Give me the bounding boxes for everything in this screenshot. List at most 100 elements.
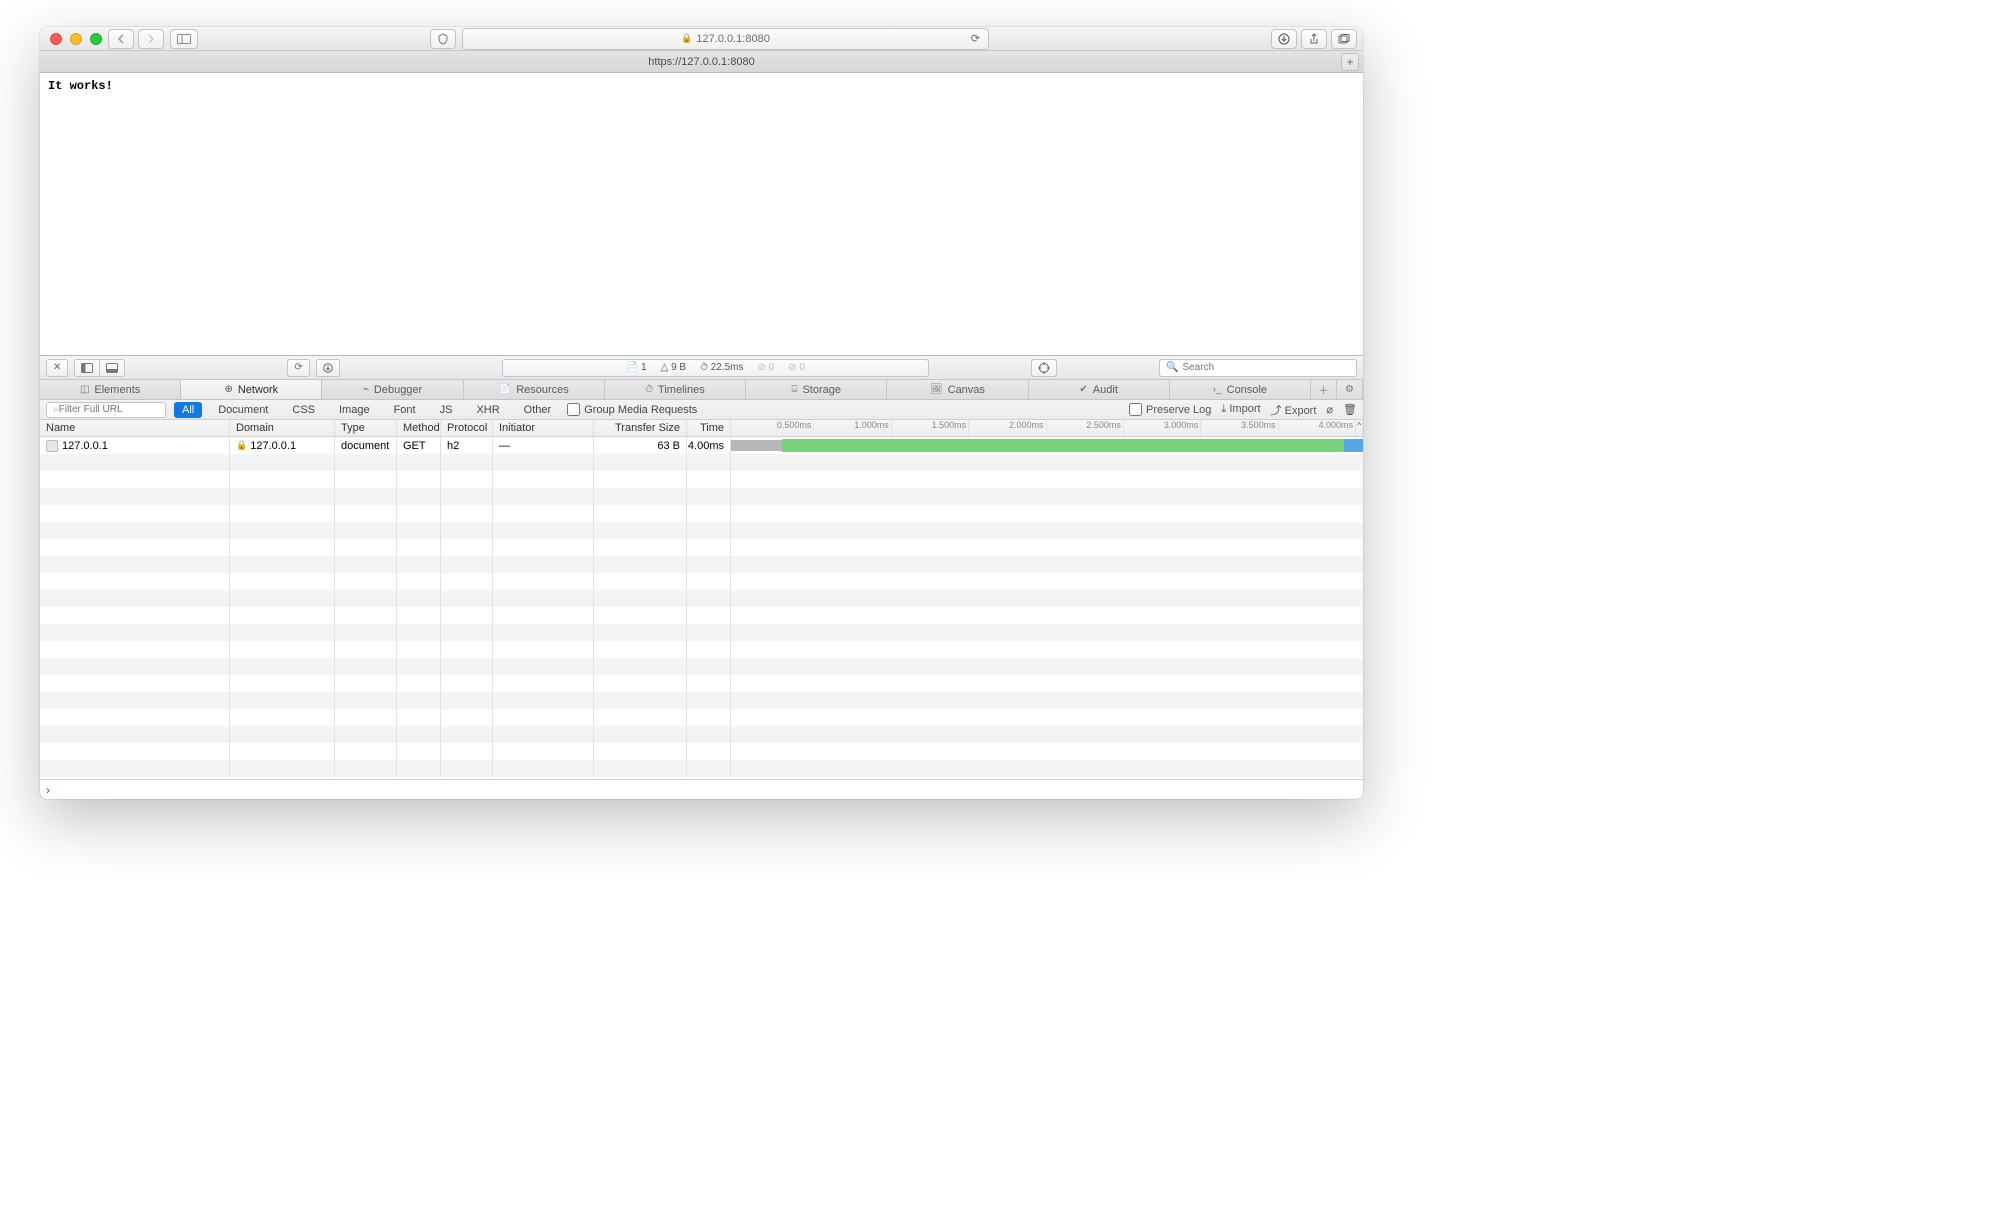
clear-overrides-icon[interactable]: ⌀ — [1326, 403, 1333, 416]
col-method[interactable]: Method — [397, 420, 441, 436]
console-drawer[interactable]: › — [40, 779, 1363, 799]
col-time[interactable]: Time — [687, 420, 731, 436]
forward-button[interactable] — [138, 29, 164, 49]
filter-css[interactable]: CSS — [284, 402, 323, 418]
col-name[interactable]: Name — [40, 420, 230, 436]
col-waterfall[interactable]: 0.500ms1.000ms1.500ms2.000ms2.500ms3.000… — [731, 420, 1363, 436]
import-har-button[interactable]: ⤓ Import — [1221, 403, 1260, 416]
table-row — [40, 692, 1363, 709]
tab-timelines[interactable]: ⏱Timelines — [605, 380, 746, 399]
server-errors-icon: ⊘ — [788, 362, 796, 373]
inspector-search-input[interactable] — [1182, 362, 1350, 373]
filter-other[interactable]: Other — [516, 402, 560, 418]
console-icon: ›_ — [1213, 384, 1222, 395]
waterfall-tick: 3.000ms — [1124, 420, 1201, 436]
tab-label: Canvas — [948, 384, 985, 396]
preserve-log-checkbox[interactable]: Preserve Log — [1129, 403, 1211, 416]
privacy-report-button[interactable] — [430, 29, 456, 49]
cell-domain: 127.0.0.1 — [250, 440, 296, 452]
table-row — [40, 709, 1363, 726]
debugger-icon: ⌁ — [363, 384, 369, 395]
tab-audit[interactable]: ✔︎Audit — [1029, 380, 1170, 399]
tab-debugger[interactable]: ⌁ Debugger — [322, 380, 463, 399]
network-table: Name Domain Type Method Protocol Initiat… — [40, 420, 1363, 779]
waterfall-tick: 3.500ms — [1201, 420, 1278, 436]
preserve-log-input[interactable] — [1129, 403, 1142, 416]
network-grid[interactable]: Name Domain Type Method Protocol Initiat… — [40, 420, 1363, 779]
tab-label: Network — [238, 384, 278, 396]
tab-settings[interactable]: ⚙ — [1337, 380, 1363, 399]
col-domain[interactable]: Domain — [230, 420, 335, 436]
tab-label: Console — [1227, 384, 1267, 396]
tab-label: Debugger — [374, 384, 422, 396]
tab-canvas[interactable]: 🖼Canvas — [887, 380, 1028, 399]
filter-document[interactable]: Document — [210, 402, 276, 418]
export-icon: ⤴ — [1271, 405, 1282, 417]
inspector-status-bar: 📄 1 △ 9 B ⏱ 22.5ms ⊘ 0 ⊘ 0 — [502, 359, 929, 377]
page-viewport: It works! — [40, 73, 1363, 355]
download-snapshot-button[interactable] — [316, 359, 340, 377]
tab-resources[interactable]: 📄Resources — [464, 380, 605, 399]
col-type[interactable]: Type — [335, 420, 397, 436]
tab-elements[interactable]: ◫ Elements — [40, 380, 181, 399]
table-row — [40, 726, 1363, 743]
cell-waterfall — [731, 437, 1363, 454]
share-button[interactable] — [1301, 29, 1327, 49]
group-media-checkbox[interactable]: Group Media Requests — [567, 403, 697, 416]
filter-image[interactable]: Image — [331, 402, 378, 418]
new-tab-button[interactable]: + — [1341, 53, 1359, 71]
col-transfer[interactable]: Transfer Size — [594, 420, 687, 436]
pick-element-button[interactable] — [1031, 359, 1057, 377]
dock-bottom-button[interactable] — [100, 359, 125, 377]
filter-url-field[interactable]: ⌕ — [46, 402, 166, 418]
col-initiator[interactable]: Initiator — [493, 420, 594, 436]
network-filter-bar: ⌕ All Document CSS Image Font JS XHR Oth… — [40, 400, 1363, 420]
summary-time: 22.5ms — [711, 362, 744, 373]
tab-network[interactable]: ⊕Network — [181, 380, 322, 399]
downloads-button[interactable] — [1271, 29, 1297, 49]
table-row — [40, 522, 1363, 539]
close-inspector-button[interactable]: ✕ — [46, 359, 68, 377]
back-button[interactable] — [108, 29, 134, 49]
table-row — [40, 471, 1363, 488]
minimize-window-button[interactable] — [70, 33, 82, 45]
address-bar[interactable]: 🔒 127.0.0.1:8080 ⟳ — [462, 28, 989, 50]
tab-storage[interactable]: ⌸Storage — [746, 380, 887, 399]
group-media-input[interactable] — [567, 403, 580, 416]
resources-icon: 📄 — [499, 384, 511, 395]
cell-time: 4.00ms — [687, 437, 731, 454]
tab-console[interactable]: ›_ Console — [1170, 380, 1311, 399]
tab-title[interactable]: https://127.0.0.1:8080 — [648, 56, 754, 68]
filter-js[interactable]: JS — [432, 402, 461, 418]
col-protocol[interactable]: Protocol — [441, 420, 493, 436]
cell-name: 127.0.0.1 — [62, 440, 108, 452]
export-har-button[interactable]: ⤴ Export — [1271, 402, 1317, 418]
filter-font[interactable]: Font — [386, 402, 424, 418]
tab-label: Elements — [94, 384, 140, 396]
zoom-window-button[interactable] — [90, 33, 102, 45]
filter-xhr[interactable]: XHR — [468, 402, 507, 418]
dock-left-button[interactable] — [74, 359, 100, 377]
close-window-button[interactable] — [50, 33, 62, 45]
table-row — [40, 675, 1363, 692]
export-label: Export — [1285, 405, 1317, 417]
lock-icon: 🔒 — [236, 440, 247, 451]
sort-arrow-icon: ^ — [1357, 421, 1361, 430]
sidebar-toggle-button[interactable] — [170, 29, 198, 49]
waterfall-tick: 2.500ms — [1047, 420, 1124, 436]
tabs-overview-button[interactable] — [1331, 29, 1357, 49]
reload-icon[interactable]: ⟳ — [971, 32, 980, 45]
tab-add[interactable]: ＋ — [1311, 380, 1337, 399]
tab-label: Timelines — [658, 384, 705, 396]
preserve-log-label: Preserve Log — [1146, 404, 1211, 416]
safari-window: 🔒 127.0.0.1:8080 ⟳ https://127.0.0.1:808… — [40, 27, 1363, 799]
trash-icon[interactable]: 🗑 — [1343, 403, 1357, 416]
page-text: It works! — [48, 79, 113, 93]
reload-ignore-cache-button[interactable]: ⟳ — [287, 359, 309, 377]
cell-type: document — [335, 437, 397, 454]
elements-icon: ◫ — [80, 384, 89, 395]
tab-label: Audit — [1093, 384, 1118, 396]
filter-url-input[interactable] — [59, 404, 191, 415]
table-row[interactable]: 127.0.0.1🔒127.0.0.1documentGETh2—63 B4.0… — [40, 437, 1363, 454]
inspector-search[interactable]: 🔍 — [1159, 359, 1357, 377]
